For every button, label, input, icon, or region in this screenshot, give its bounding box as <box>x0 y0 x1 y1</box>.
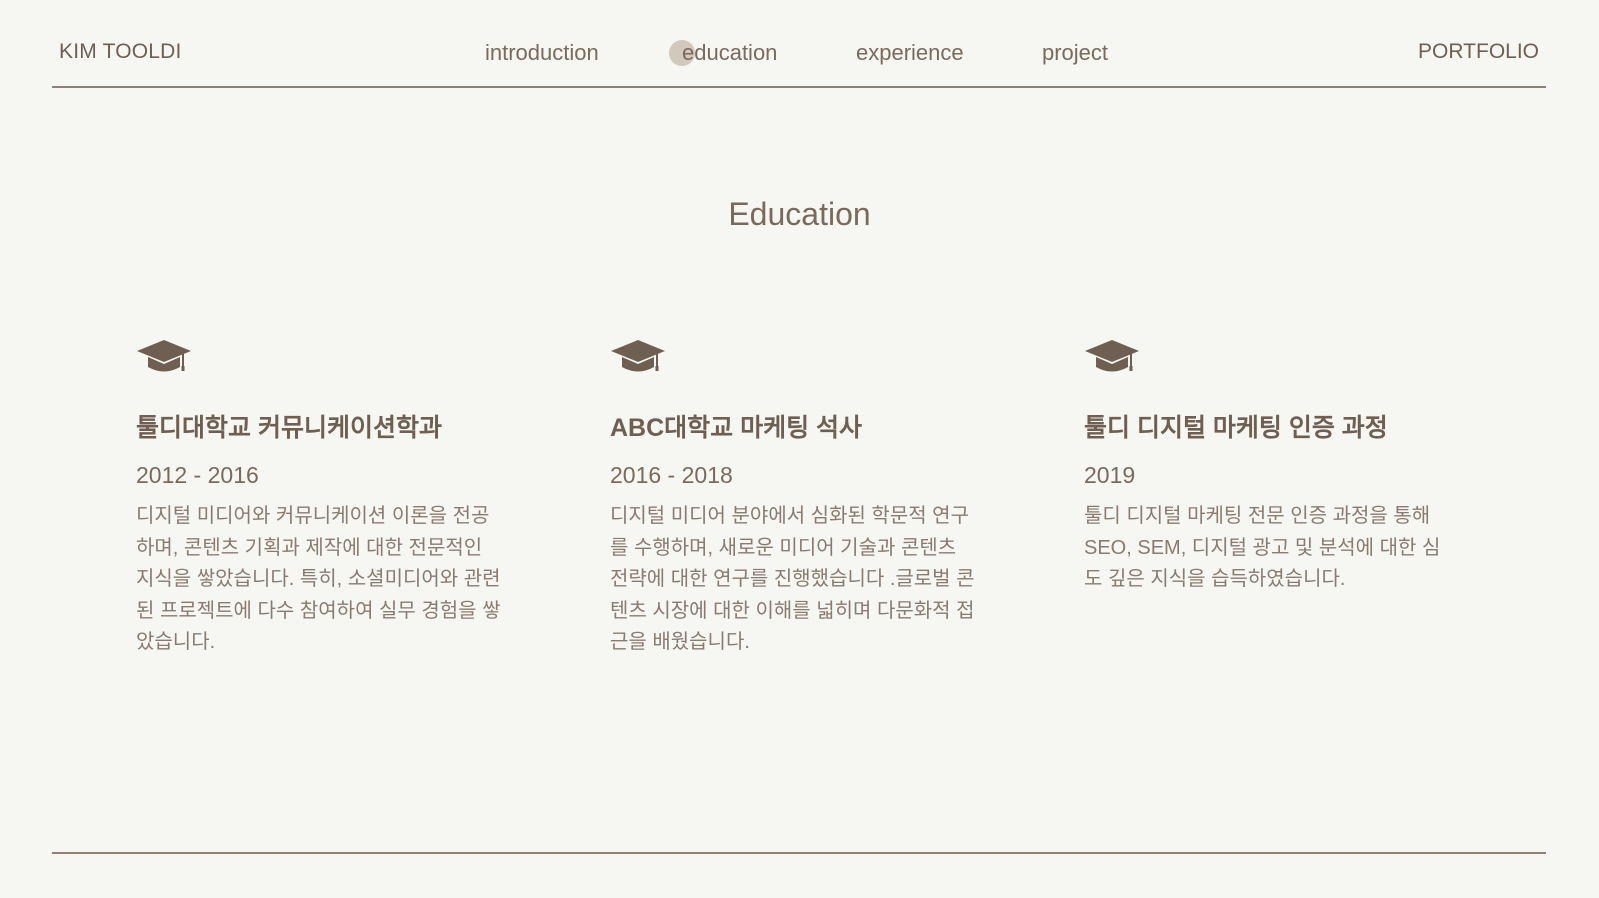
nav-project[interactable]: project <box>1042 40 1108 66</box>
card-years: 2016 - 2018 <box>610 462 733 488</box>
main-nav: introduction education experience projec… <box>52 40 1546 70</box>
graduation-cap-icon <box>137 340 191 372</box>
card-title: 툴디 디지털 마케팅 인증 과정 <box>1084 414 1388 442</box>
nav-experience[interactable]: experience <box>856 40 964 66</box>
footer-divider <box>52 852 1546 854</box>
graduation-cap-icon <box>611 340 665 372</box>
nav-introduction[interactable]: introduction <box>485 40 599 66</box>
card-description: 디지털 미디어 분야에서 심화된 학문적 연구를 수행하며, 새로운 미디어 기… <box>610 505 975 653</box>
graduation-cap-icon <box>1085 340 1139 372</box>
section-title: Education <box>728 196 871 232</box>
header: KIM TOOLDI introduction education experi… <box>52 0 1546 88</box>
education-card: 툴디대학교 커뮤니케이션학과 2012 - 2016 디지털 미디어와 커뮤니케… <box>136 338 516 659</box>
nav-education[interactable]: education <box>682 40 777 66</box>
card-years: 2012 - 2016 <box>136 462 259 488</box>
portfolio-page: KIM TOOLDI introduction education experi… <box>0 0 1599 898</box>
education-card: 툴디 디지털 마케팅 인증 과정 2019 툴디 디지털 마케팅 전문 인증 과… <box>1084 338 1464 596</box>
portfolio-label[interactable]: PORTFOLIO <box>1418 40 1539 64</box>
card-description: 디지털 미디어와 커뮤니케이션 이론을 전공하며, 콘텐츠 기획과 제작에 대한… <box>136 505 501 653</box>
card-title: ABC대학교 마케팅 석사 <box>610 414 863 442</box>
card-years: 2019 <box>1084 462 1136 488</box>
card-title: 툴디대학교 커뮤니케이션학과 <box>136 414 442 442</box>
card-description: 툴디 디지털 마케팅 전문 인증 과정을 통해 SEO, SEM, 디지털 광고… <box>1084 505 1441 590</box>
education-card: ABC대학교 마케팅 석사 2016 - 2018 디지털 미디어 분야에서 심… <box>610 338 990 659</box>
